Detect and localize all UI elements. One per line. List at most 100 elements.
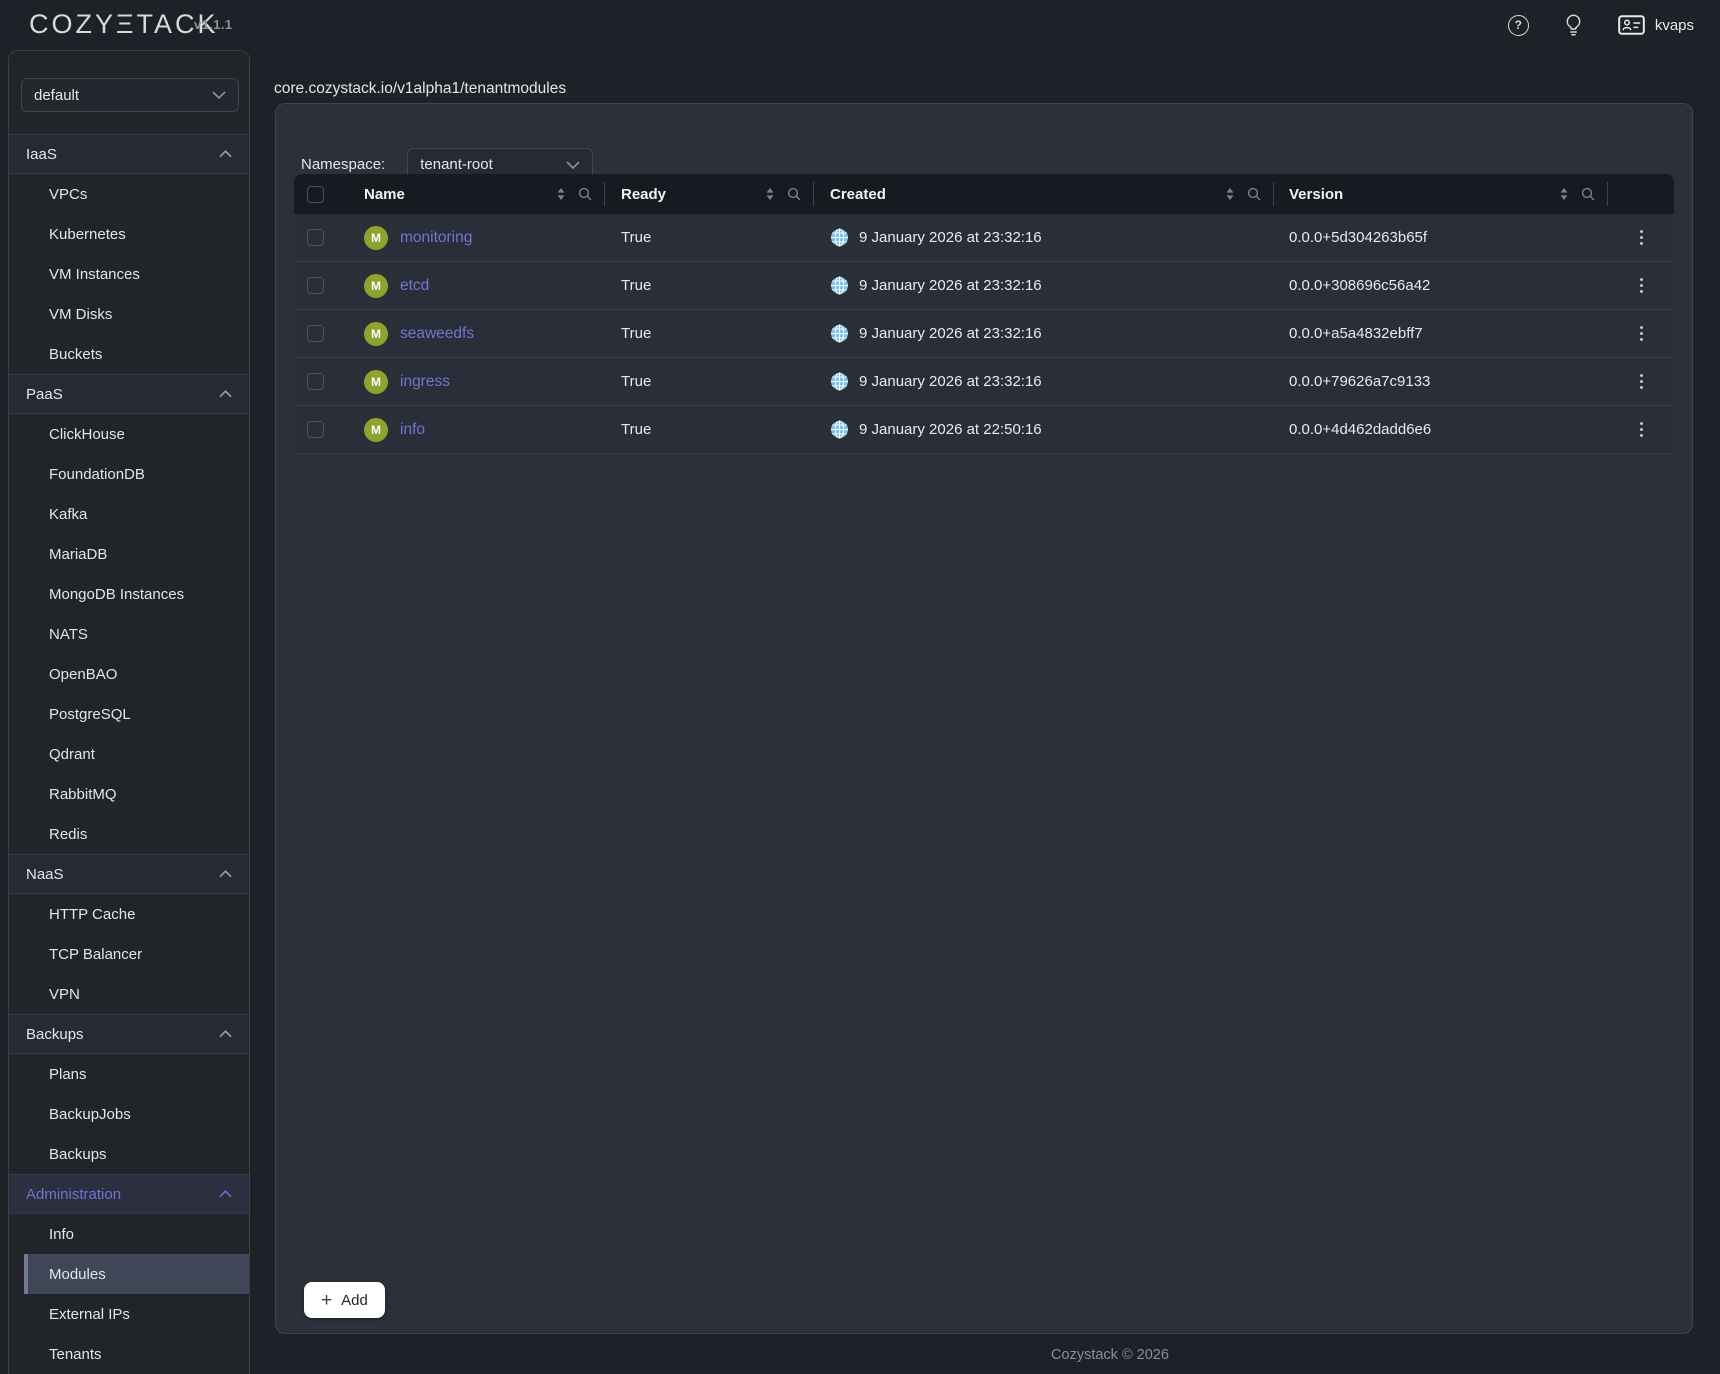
- sidebar-section-header-iaas[interactable]: IaaS: [9, 134, 249, 174]
- kebab-menu-icon[interactable]: [1635, 321, 1648, 346]
- row-checkbox[interactable]: [307, 277, 324, 294]
- row-checkbox[interactable]: [307, 229, 324, 246]
- footer-copyright: Cozystack © 2026: [1051, 1347, 1169, 1363]
- kebab-menu-icon[interactable]: [1635, 417, 1648, 442]
- sidebar-item-nats[interactable]: NATS: [9, 614, 249, 654]
- version-value: 0.0.0+4d462dadd6e6: [1289, 421, 1431, 438]
- sidebar-section-paas: PaaSClickHouse FoundationDB KafkaMariaDBMo…: [9, 374, 249, 854]
- ready-value: True: [621, 277, 651, 294]
- sidebar-item-vm-instances[interactable]: VM Instances: [9, 254, 249, 294]
- sidebar-item-vpn[interactable]: VPN: [9, 974, 249, 1014]
- column-label-name: Name: [364, 186, 405, 203]
- sidebar-item-postgresql[interactable]: PostgreSQL: [9, 694, 249, 734]
- sidebar-item-label: HTTP Cache: [49, 906, 135, 923]
- sidebar-item-label: FoundationDB: [49, 466, 145, 483]
- module-name-link[interactable]: ingress: [400, 373, 450, 391]
- row-checkbox[interactable]: [307, 421, 324, 438]
- row-actions-cell: [1608, 262, 1674, 309]
- namespace-label: Namespace:: [301, 156, 385, 173]
- chevron-up-icon: [219, 870, 232, 878]
- module-name-link[interactable]: etcd: [400, 277, 429, 295]
- sidebar-section-header-backups[interactable]: Backups: [9, 1014, 249, 1054]
- sidebar-item-foundationdb[interactable]: FoundationDB: [9, 454, 249, 494]
- sidebar-item-label: BackupJobs: [49, 1106, 131, 1123]
- theme-toggle-button[interactable]: [1565, 14, 1582, 37]
- row-version-cell: 0.0.0+4d462dadd6e6: [1274, 406, 1608, 453]
- search-icon[interactable]: [1247, 187, 1261, 201]
- table-row: MinfoTrue9 January 2026 at 22:50:160.0.0…: [294, 406, 1674, 454]
- kebab-menu-icon[interactable]: [1635, 273, 1648, 298]
- row-ready-cell: True: [605, 262, 814, 309]
- globe-icon: [830, 420, 849, 439]
- ready-value: True: [621, 421, 651, 438]
- sidebar-item-backupjobs[interactable]: BackupJobs: [9, 1094, 249, 1134]
- sidebar-section-header-naas[interactable]: NaaS: [9, 854, 249, 894]
- chevron-up-icon: [219, 1190, 232, 1198]
- row-checkbox[interactable]: [307, 373, 324, 390]
- sidebar: default IaaS VPCs Kubernetes VM InstancesVM…: [8, 50, 250, 1374]
- column-tools: [555, 187, 605, 201]
- sidebar-item-modules[interactable]: Modules: [24, 1254, 249, 1294]
- version-value: 0.0.0+308696c56a42: [1289, 277, 1430, 294]
- sidebar-item-tcp-balancer[interactable]: TCP Balancer: [9, 934, 249, 974]
- row-select-cell: [294, 406, 336, 453]
- user-menu[interactable]: kvaps: [1618, 15, 1694, 35]
- sidebar-item-label: VPCs: [49, 186, 87, 203]
- sidebar-item-label: Kubernetes: [49, 226, 126, 243]
- search-icon[interactable]: [1581, 187, 1595, 201]
- column-label-ready: Ready: [621, 186, 666, 203]
- sort-icon[interactable]: [764, 187, 776, 201]
- globe-icon: [830, 276, 849, 295]
- created-value: 9 January 2026 at 23:32:16: [859, 325, 1042, 342]
- sidebar-section-header-paas[interactable]: PaaS: [9, 374, 249, 414]
- context-select[interactable]: default: [21, 78, 239, 112]
- module-avatar: M: [364, 370, 388, 394]
- add-button[interactable]: + Add: [304, 1282, 385, 1318]
- ready-value: True: [621, 373, 651, 390]
- row-checkbox[interactable]: [307, 325, 324, 342]
- sidebar-item-label: Tenants: [49, 1346, 102, 1363]
- row-actions-cell: [1608, 358, 1674, 405]
- sidebar-section-label: IaaS: [26, 146, 57, 163]
- sort-icon[interactable]: [1558, 187, 1570, 201]
- sidebar-item-vpcs[interactable]: VPCs: [9, 174, 249, 214]
- sidebar-item-vm-disks[interactable]: VM Disks: [9, 294, 249, 334]
- sidebar-item-http-cache[interactable]: HTTP Cache: [9, 894, 249, 934]
- sidebar-item-openbao[interactable]: OpenBAO: [9, 654, 249, 694]
- sidebar-item-kubernetes[interactable]: Kubernetes: [9, 214, 249, 254]
- table-body: Mmonitoring True 9 January 2026 at 23:32:1…: [294, 214, 1674, 454]
- module-name-link[interactable]: seaweedfs: [400, 325, 474, 343]
- sidebar-item-redis[interactable]: Redis: [9, 814, 249, 854]
- search-icon[interactable]: [578, 187, 592, 201]
- sort-icon[interactable]: [1224, 187, 1236, 201]
- row-name-cell: Mseaweedfs: [336, 310, 605, 357]
- module-name-link[interactable]: info: [400, 421, 425, 439]
- sidebar-section-header-administration[interactable]: Administration: [9, 1174, 249, 1214]
- sidebar-item-tenants[interactable]: Tenants: [9, 1334, 249, 1374]
- module-avatar: M: [364, 226, 388, 250]
- sidebar-item-kafka[interactable]: Kafka: [9, 494, 249, 534]
- sidebar-item-info[interactable]: Info: [9, 1214, 249, 1254]
- sidebar-item-mariadb[interactable]: MariaDB: [9, 534, 249, 574]
- sidebar-item-plans[interactable]: Plans: [9, 1054, 249, 1094]
- created-value: 9 January 2026 at 23:32:16: [859, 373, 1042, 390]
- sidebar-item-clickhouse[interactable]: ClickHouse: [9, 414, 249, 454]
- sidebar-item-backups[interactable]: Backups: [9, 1134, 249, 1174]
- row-created-cell: 9 January 2026 at 22:50:16: [814, 406, 1274, 453]
- sort-icon[interactable]: [555, 187, 567, 201]
- sidebar-item-buckets[interactable]: Buckets: [9, 334, 249, 374]
- search-icon[interactable]: [787, 187, 801, 201]
- sidebar-item-label: RabbitMQ: [49, 786, 117, 803]
- sidebar-item-label: External IPs: [49, 1306, 130, 1323]
- version-value: 0.0.0+a5a4832ebff7: [1289, 325, 1423, 342]
- kebab-menu-icon[interactable]: [1635, 369, 1648, 394]
- sidebar-item-rabbitmq[interactable]: RabbitMQ: [9, 774, 249, 814]
- select-all-checkbox[interactable]: [307, 186, 324, 203]
- sidebar-item-qdrant[interactable]: Qdrant: [9, 734, 249, 774]
- sidebar-item-external-ips[interactable]: External IPs: [9, 1294, 249, 1334]
- created-value: 9 January 2026 at 22:50:16: [859, 421, 1042, 438]
- sidebar-item-mongodb-instances[interactable]: MongoDB Instances: [9, 574, 249, 614]
- module-name-link[interactable]: monitoring: [400, 229, 472, 247]
- kebab-menu-icon[interactable]: [1635, 225, 1648, 250]
- help-button[interactable]: ?: [1508, 15, 1529, 36]
